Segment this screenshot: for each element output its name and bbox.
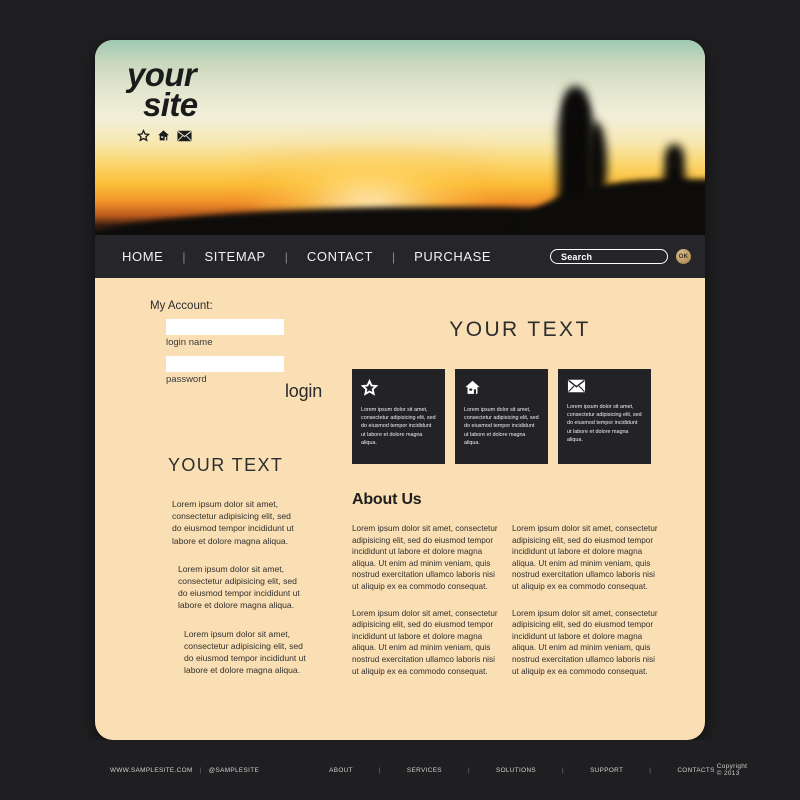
house-icon[interactable] (157, 129, 170, 142)
nav-item-home[interactable]: HOME (119, 249, 166, 264)
feature-box-envelope[interactable]: Lorem ipsum dolor sit amet, consectetur … (558, 369, 651, 464)
footer-link-contacts[interactable]: CONTACTS (675, 767, 716, 774)
login-form: login name password login (166, 319, 360, 419)
nav-item-purchase[interactable]: PURCHASE (411, 249, 494, 264)
silhouette-adult-head (563, 86, 588, 120)
brand-icon-row (127, 129, 197, 142)
nav-search-area: Search OK (550, 249, 691, 264)
nav-separator: | (392, 249, 396, 264)
feature-box-star[interactable]: Lorem ipsum dolor sit amet, consectetur … (352, 369, 445, 464)
horizon-ground-right (515, 179, 705, 235)
nav-separator: | (284, 249, 288, 264)
about-us-heading: About Us (352, 491, 422, 508)
main-column: YOUR TEXT Lorem ipsum dolor sit amet, co… (352, 278, 662, 677)
login-name-label: login name (166, 337, 213, 348)
house-icon (464, 379, 540, 396)
search-placeholder: Search (561, 251, 593, 262)
footer-divider: | (199, 766, 202, 774)
feature-box-house[interactable]: Lorem ipsum dolor sit amet, consectetur … (455, 369, 548, 464)
footer-link-services[interactable]: SERVICES (405, 767, 444, 774)
footer-link-separator: | (467, 766, 470, 774)
main-navigation: HOME | SITEMAP | CONTACT | PURCHASE Sear… (95, 235, 705, 278)
login-name-input[interactable] (166, 319, 284, 335)
left-paragraph: Lorem ipsum dolor sit amet, consectetur … (172, 499, 294, 546)
page-root: your site HOME | SITEMAP | CONTACT | PUR… (0, 0, 800, 800)
nav-links: HOME | SITEMAP | CONTACT | PURCHASE (119, 249, 494, 264)
footer-link-separator: | (562, 766, 565, 774)
footer-link-support[interactable]: SUPPORT (588, 767, 625, 774)
brand-logo[interactable]: your site (127, 58, 198, 142)
password-label: password (166, 374, 207, 385)
left-sidebar: My Account: login name password login YO… (150, 300, 360, 692)
footer-link-separator: | (378, 766, 381, 774)
left-paragraph: Lorem ipsum dolor sit amet, consectetur … (184, 628, 306, 676)
silhouette-child-head (665, 144, 684, 170)
feature-text: Lorem ipsum dolor sit amet, consectetur … (567, 404, 642, 443)
main-heading: YOUR TEXT (449, 318, 591, 341)
brand-line-2: site (143, 86, 198, 123)
login-button[interactable]: login (285, 381, 322, 402)
website-card: your site HOME | SITEMAP | CONTACT | PUR… (95, 40, 705, 740)
my-account-title: My Account: (150, 300, 213, 312)
footer-copyright: Copyright © 2013 (716, 763, 748, 777)
hero-banner: your site (95, 40, 705, 235)
left-column-heading: YOUR TEXT (168, 455, 284, 475)
about-paragraph: Lorem ipsum dolor sit amet, consectetur … (512, 608, 658, 676)
left-paragraph: Lorem ipsum dolor sit amet, consectetur … (178, 563, 300, 611)
nav-item-contact[interactable]: CONTACT (304, 249, 376, 264)
footer-link-separator: | (649, 766, 652, 774)
star-icon[interactable] (137, 129, 150, 142)
login-button-row: login (166, 381, 360, 419)
footer-site-url[interactable]: WWW.SAMPLESITE.COM (110, 767, 193, 774)
footer-social-handle[interactable]: @SAMPLESITE (209, 767, 259, 774)
feature-box-row: Lorem ipsum dolor sit amet, consectetur … (352, 369, 662, 464)
footer-link-about[interactable]: ABOUT (327, 767, 355, 774)
footer-inner: WWW.SAMPLESITE.COM | @SAMPLESITE ABOUT |… (110, 763, 747, 777)
nav-separator: | (182, 249, 186, 264)
nav-item-sitemap[interactable]: SITEMAP (202, 249, 269, 264)
about-paragraph: Lorem ipsum dolor sit amet, consectetur … (512, 524, 658, 591)
page-footer: WWW.SAMPLESITE.COM | @SAMPLESITE ABOUT |… (0, 740, 800, 800)
footer-link-solutions[interactable]: SOLUTIONS (494, 767, 538, 774)
brand-name: your site (127, 58, 198, 123)
footer-nav: ABOUT | SERVICES | SOLUTIONS | SUPPORT |… (327, 767, 717, 774)
about-us-paragraphs: Lorem ipsum dolor sit amet, consectetur … (352, 523, 662, 677)
search-input[interactable]: Search (550, 249, 668, 264)
password-input[interactable] (166, 356, 284, 372)
left-column-paragraphs: Lorem ipsum dolor sit amet, consectetur … (166, 498, 360, 676)
search-ok-button[interactable]: OK (676, 249, 691, 264)
envelope-icon[interactable] (177, 130, 192, 142)
envelope-icon (567, 379, 643, 393)
star-icon (361, 379, 437, 396)
feature-text: Lorem ipsum dolor sit amet, consectetur … (361, 407, 436, 446)
about-paragraph: Lorem ipsum dolor sit amet, consectetur … (352, 608, 498, 676)
about-paragraph: Lorem ipsum dolor sit amet, consectetur … (352, 524, 498, 591)
page-content: My Account: login name password login YO… (95, 278, 705, 740)
feature-text: Lorem ipsum dolor sit amet, consectetur … (464, 407, 539, 446)
